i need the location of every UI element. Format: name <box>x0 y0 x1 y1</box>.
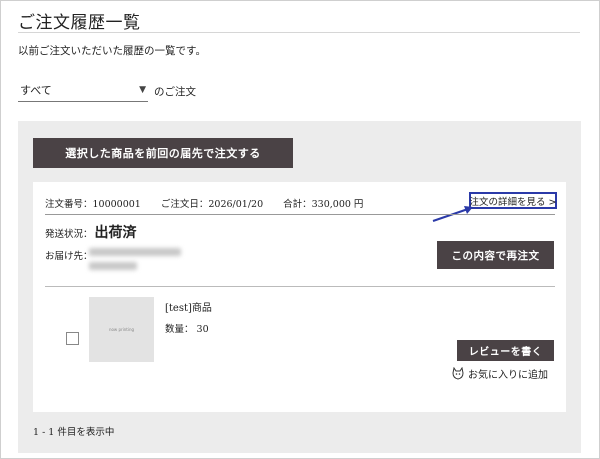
ship-to-label: お届け先： <box>45 251 93 262</box>
title-divider <box>18 32 580 33</box>
page-subtitle: 以前ご注文いただいた履歴の一覧です。 <box>18 45 206 57</box>
order-date: ご注文日：2026/01/20 <box>160 199 264 210</box>
order-filter-select[interactable]: すべて ▼ <box>18 79 148 102</box>
reorder-button[interactable]: この内容で再注文 <box>437 241 554 269</box>
chevron-down-icon: ▼ <box>139 85 146 95</box>
shipping-status: 発送状況： 出荷済 <box>45 222 137 242</box>
redacted-address-line2 <box>89 262 137 270</box>
reorder-selected-button[interactable]: 選択した商品を前回の届先で注文する <box>33 138 293 168</box>
item-select-checkbox[interactable] <box>66 332 79 345</box>
order-detail-link[interactable]: 注文の詳細を見る > <box>469 192 557 209</box>
result-count: 1 - 1 件目を表示中 <box>33 427 115 438</box>
order-header-divider <box>45 214 555 215</box>
redacted-address <box>89 248 181 256</box>
shipping-status-value: 出荷済 <box>94 225 137 241</box>
product-thumbnail[interactable]: now printing <box>89 297 154 362</box>
product-quantity: 数量： 30 <box>165 324 209 335</box>
heart-outline-icon <box>452 367 464 380</box>
shipping-status-label: 発送状況： <box>45 229 93 240</box>
write-review-button[interactable]: レビューを書く <box>457 340 554 361</box>
page-title: ご注文履歴一覧 <box>18 13 141 33</box>
order-number: 注文番号：10000001 <box>45 199 141 210</box>
product-name[interactable]: [test]商品 <box>165 299 212 314</box>
add-to-favorites-link[interactable]: お気に入りに追加 <box>452 366 548 381</box>
order-meta-row: 注文番号：10000001 ご注文日：2026/01/20 合計：330,000… <box>45 196 363 210</box>
filter-selected-value: すべて <box>20 84 52 97</box>
order-total: 合計：330,000 円 <box>283 199 364 210</box>
item-section-divider <box>45 286 555 287</box>
thumbnail-placeholder-text: now printing <box>108 327 135 332</box>
filter-suffix-label: のご注文 <box>154 86 196 98</box>
add-to-favorites-label: お気に入りに追加 <box>468 370 548 381</box>
order-card: 注文番号：10000001 ご注文日：2026/01/20 合計：330,000… <box>33 182 566 412</box>
